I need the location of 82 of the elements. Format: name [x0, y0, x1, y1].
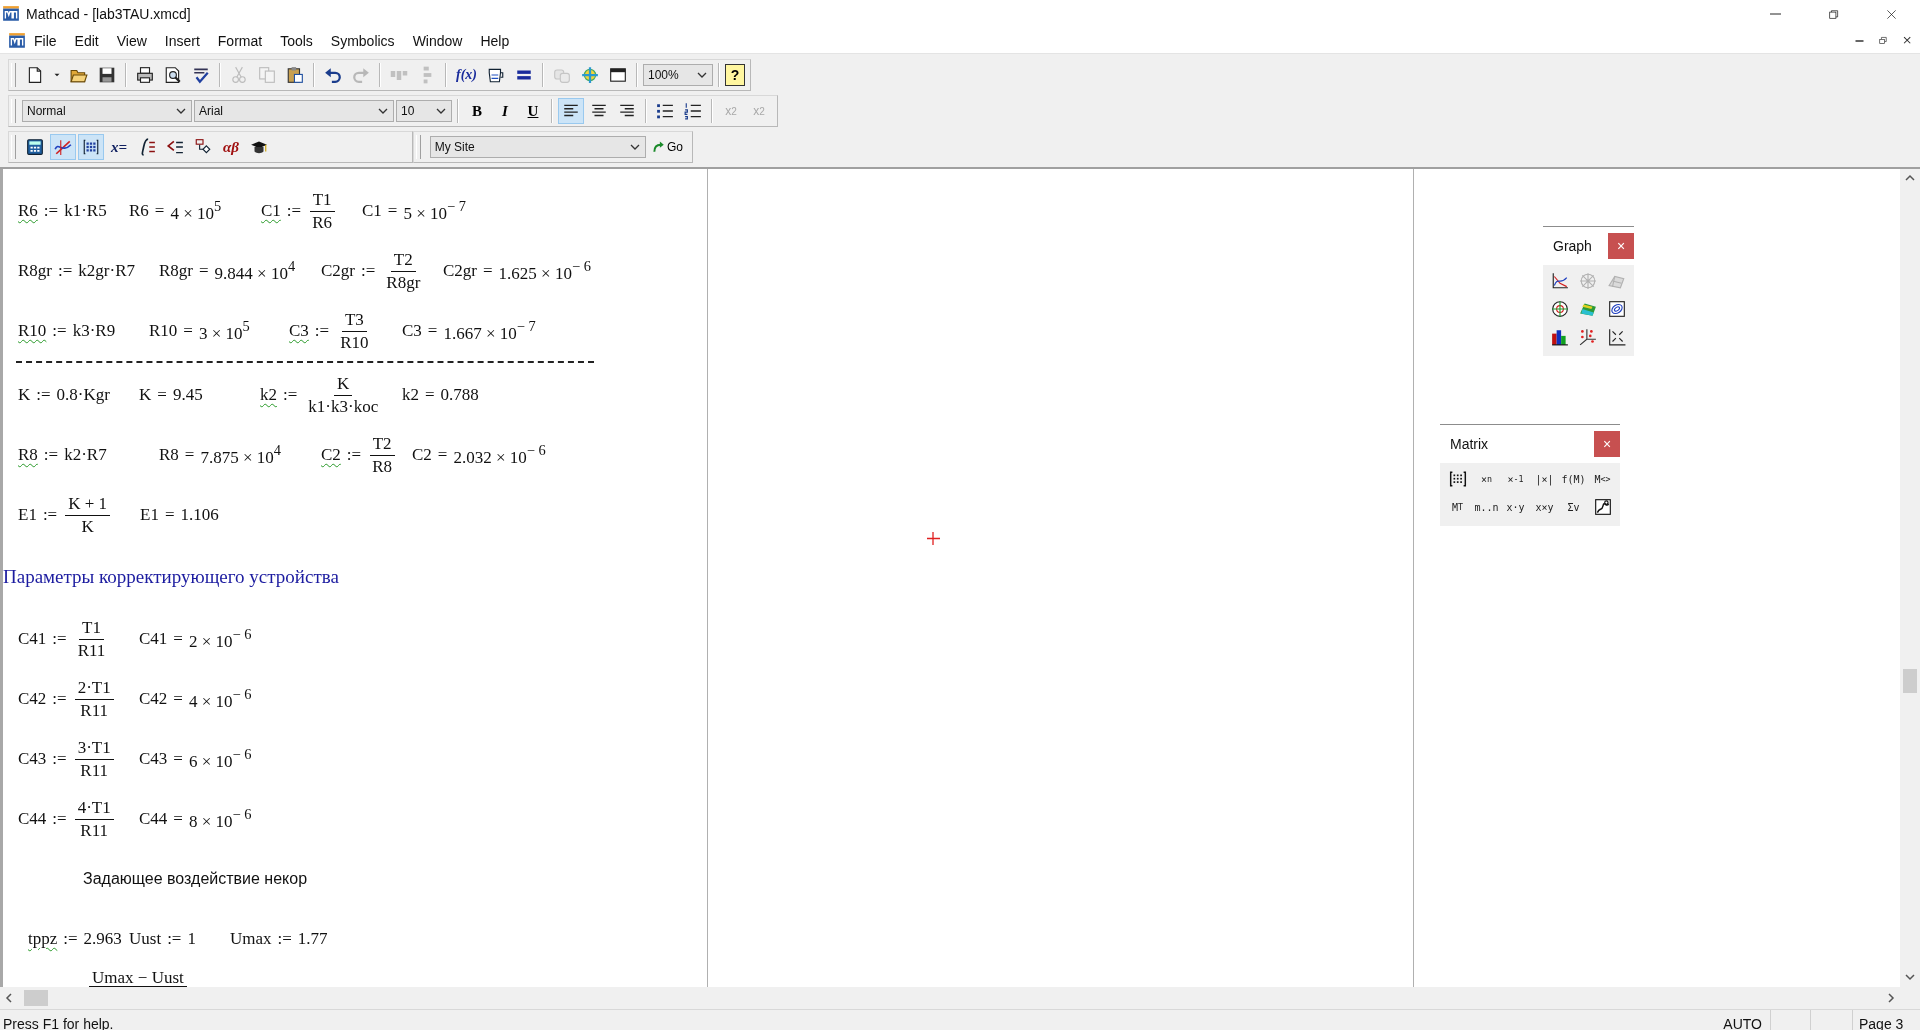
menu-item[interactable]: File: [26, 32, 65, 49]
math-expression[interactable]: C2gr = 1.625 × 10$^{− 6}$: [443, 241, 591, 301]
curved-arrow-icon: [652, 139, 665, 155]
bold-button[interactable]: B: [464, 98, 490, 124]
math-expression[interactable]: K = 9.45: [139, 365, 203, 425]
scatter-plot-icon: [1579, 328, 1598, 346]
math-expression[interactable]: R8gr := k2gr·R7: [18, 241, 135, 301]
picture-frame-icon: [1593, 498, 1612, 516]
help-button[interactable]: ?: [725, 64, 745, 86]
math-expression[interactable]: C43 = 6 × 10$^{− 6}$: [139, 729, 252, 789]
math-expression[interactable]: C3 = 1.667 × 10$^{− 7}$: [402, 301, 536, 361]
menu-item[interactable]: View: [108, 32, 155, 49]
xy-plot-icon: [1551, 272, 1570, 290]
math-expression[interactable]: Uust := 1: [129, 909, 196, 969]
close-button[interactable]: ×: [1594, 431, 1620, 457]
italic-button[interactable]: I: [492, 98, 518, 124]
section-heading: Параметры корректирующего устройства: [3, 566, 339, 588]
minimize-icon: [1769, 13, 1781, 15]
polar-plot-icon: [1579, 272, 1598, 290]
palette-title: Graph: [1553, 238, 1592, 254]
horizontal-scrollbar[interactable]: [0, 987, 1920, 1009]
matrix-icon: [1448, 470, 1467, 488]
status-pane: AUTO: [1723, 1014, 1763, 1030]
math-expression[interactable]: k2 = 0.788: [402, 365, 479, 425]
math-expression[interactable]: C42 = 4 × 10$^{− 6}$: [139, 669, 252, 729]
restore-icon: [1827, 8, 1839, 20]
menu-item[interactable]: Help: [472, 32, 518, 49]
minimize-icon: [1854, 39, 1864, 42]
font-dropdown[interactable]: Arial: [194, 100, 394, 122]
close-button[interactable]: ×: [1608, 233, 1634, 259]
palette-button[interactable]: x·y: [1501, 494, 1530, 520]
window-title: Mathcad - [lab3TAU.xmcd]: [26, 6, 191, 22]
palette-title: Matrix: [1450, 436, 1489, 452]
math-expression[interactable]: E1 = 1.106: [140, 485, 219, 545]
font-size-dropdown[interactable]: 10: [396, 100, 452, 122]
math-expression[interactable]: R10 := k3·R9: [18, 301, 116, 361]
math-expression[interactable]: R8gr = 9.844 × 10$^{4}$: [159, 241, 296, 301]
evaluation-button[interactable]: x=: [106, 134, 132, 160]
go-button[interactable]: Go: [648, 134, 687, 160]
math-expression[interactable]: tppz := 2.963: [28, 909, 122, 969]
menu-item[interactable]: Edit: [66, 32, 107, 49]
function-button[interactable]: f(x): [452, 62, 481, 88]
menu-item[interactable]: Window: [404, 32, 471, 49]
target-icon: [1551, 300, 1570, 318]
scroll-thumb[interactable]: [1903, 669, 1917, 693]
palette-button[interactable]: x×y: [1530, 494, 1559, 520]
math-expression[interactable]: C44 = 8 × 10$^{− 6}$: [139, 789, 252, 849]
contour-plot-icon: [1607, 300, 1626, 318]
palette-button[interactable]: Σv: [1559, 494, 1588, 520]
scroll-thumb[interactable]: [24, 990, 48, 1006]
style-dropdown[interactable]: Normal: [22, 100, 192, 122]
math-expression[interactable]: Umax := 1.77: [230, 909, 328, 969]
math-expression[interactable]: R10 = 3 × 10$^{5}$: [149, 301, 250, 361]
math-expression[interactable]: R6 := k1·R5: [18, 181, 107, 241]
vertical-scrollbar[interactable]: [1900, 169, 1920, 987]
math-expression[interactable]: R6 = 4 × 10$^{5}$: [129, 181, 222, 241]
menu-item[interactable]: Symbolics: [322, 32, 403, 49]
restore-icon: [1877, 35, 1889, 46]
palette-button[interactable]: |×|: [1530, 466, 1559, 492]
url-dropdown[interactable]: My Site: [429, 136, 647, 158]
math-expression[interactable]: R8 := k2·R7: [18, 425, 107, 485]
palette-button[interactable]: f(M): [1559, 466, 1588, 492]
crosshair-icon: [927, 532, 940, 545]
greek-button[interactable]: αβ: [218, 134, 244, 160]
math-expression[interactable]: R8 = 7.875 × 10$^{4}$: [159, 425, 281, 485]
zoom-dropdown[interactable]: 100%: [643, 64, 713, 86]
menu-item[interactable]: Insert: [156, 32, 208, 49]
math-expression[interactable]: K := 0.8·Kgr: [18, 365, 110, 425]
app-logo-icon: [8, 31, 26, 50]
underline-button[interactable]: U: [520, 98, 546, 124]
palette-button[interactable]: m..n: [1472, 494, 1501, 520]
math-expression[interactable]: C41 = 2 × 10$^{− 6}$: [139, 609, 252, 669]
menu-item[interactable]: Tools: [272, 32, 321, 49]
math-expression[interactable]: C1 = 5 × 10$^{− 7}$: [362, 181, 466, 241]
scroll-down-icon: [1904, 971, 1916, 983]
math-expression[interactable]: C2 = 2.032 × 10$^{− 6}$: [412, 425, 546, 485]
text-region: Задающее воздействие некор: [83, 870, 308, 888]
menu-item[interactable]: Format: [209, 32, 271, 49]
close-icon: [1885, 8, 1897, 20]
zoom-frame-icon: [1607, 328, 1626, 346]
bar-chart-icon: [1551, 328, 1570, 346]
close-icon: [1901, 35, 1913, 46]
